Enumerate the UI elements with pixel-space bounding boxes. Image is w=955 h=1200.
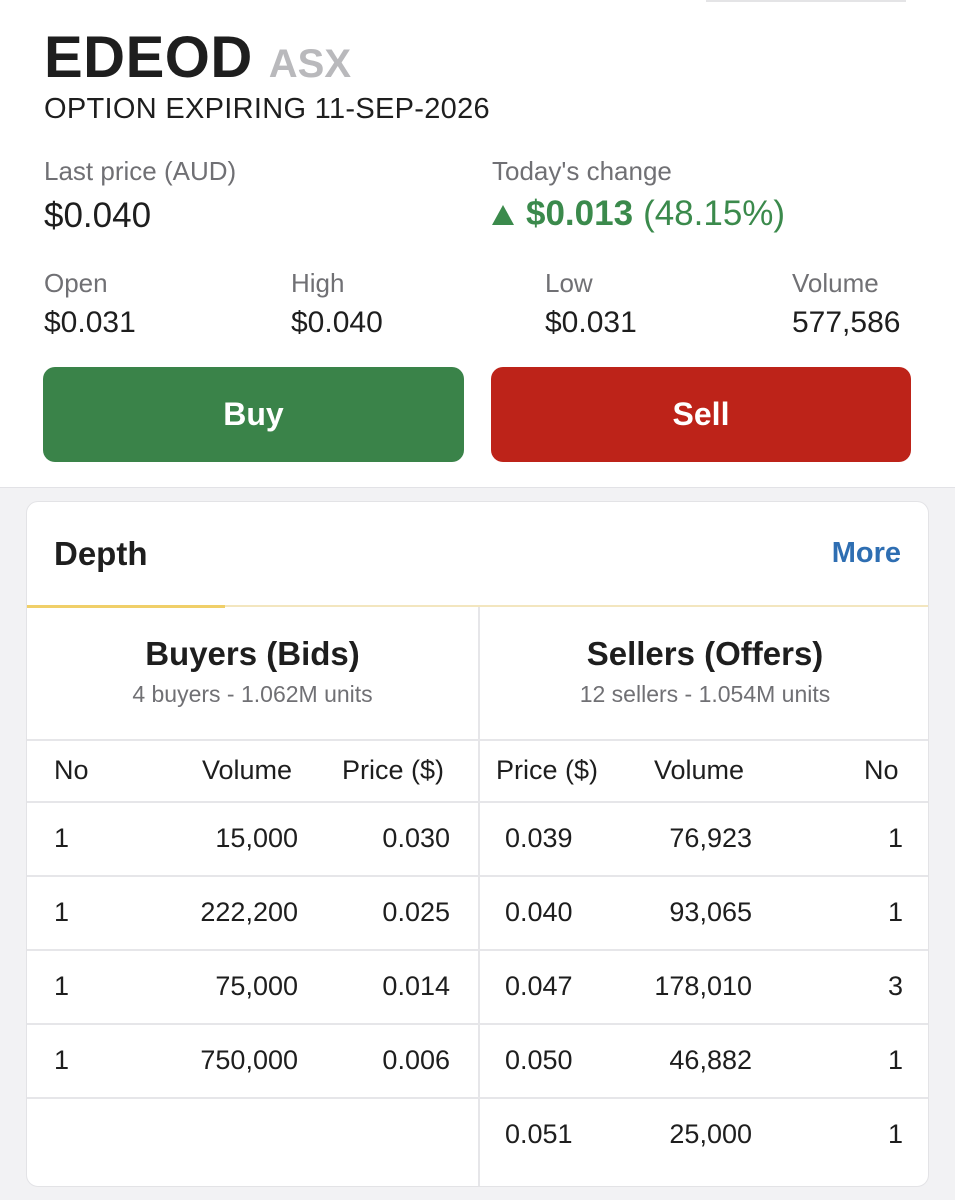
bid-price: 0.030 [382, 823, 450, 853]
depth-title: Depth [54, 535, 148, 572]
ticker-row: EDEOD ASX [44, 24, 351, 94]
open-label: Open [44, 268, 108, 298]
offers-col-price: Price ($) [496, 755, 599, 785]
depth-card: Depth More Buyers (Bids) 4 buyers - 1.06… [26, 501, 929, 1187]
offer-volume: 93,065 [669, 897, 752, 927]
bid-volume: 15,000 [215, 823, 298, 853]
todays-change-value: $0.013 (48.15%) [492, 194, 785, 234]
sellers-header: Sellers (Offers) 12 sellers - 1.054M uni… [480, 607, 928, 740]
offer-no: 1 [887, 1119, 903, 1149]
offer-price: 0.050 [505, 1045, 573, 1075]
high-label: High [291, 268, 345, 298]
offer-no: 1 [887, 823, 903, 853]
buy-button[interactable]: Buy [43, 367, 464, 462]
offer-volume: 76,923 [669, 823, 752, 853]
bid-no: 1 [54, 823, 70, 853]
offer-price: 0.047 [505, 971, 573, 1001]
offer-no: 3 [887, 971, 903, 1001]
column-divider [478, 607, 480, 1186]
offer-volume: 25,000 [669, 1119, 752, 1149]
more-link[interactable]: More [832, 537, 901, 570]
arrow-up-icon [492, 205, 514, 225]
offer-price: 0.051 [505, 1119, 573, 1149]
todays-change-label: Today's change [492, 156, 672, 186]
buyers-title: Buyers (Bids) [145, 635, 360, 672]
bid-volume: 75,000 [215, 971, 298, 1001]
instrument-subtitle: OPTION EXPIRING 11-SEP-2026 [44, 93, 490, 125]
bid-volume: 222,200 [200, 897, 298, 927]
bids-col-no: No [54, 755, 89, 785]
bids-col-volume: Volume [202, 755, 293, 785]
change-percent: (48.15%) [643, 194, 786, 233]
offer-volume: 178,010 [654, 971, 752, 1001]
offer-price: 0.040 [505, 897, 573, 927]
buyers-header: Buyers (Bids) 4 buyers - 1.062M units [27, 607, 478, 740]
bid-no: 1 [54, 971, 70, 1001]
offer-volume: 46,882 [669, 1045, 752, 1075]
quote-panel: EDEOD ASX OPTION EXPIRING 11-SEP-2026 Las… [0, 0, 955, 488]
bid-price: 0.014 [382, 971, 450, 1001]
ticker-symbol: EDEOD [44, 25, 253, 90]
high-value: $0.040 [291, 306, 383, 339]
bids-col-price: Price ($) [342, 755, 445, 785]
last-price-value: $0.040 [44, 196, 152, 235]
bid-no: 1 [54, 897, 70, 927]
offer-price: 0.039 [505, 823, 573, 853]
top-divider [706, 0, 906, 2]
volume-label: Volume [792, 268, 879, 298]
change-amount: $0.013 [526, 194, 634, 233]
bid-price: 0.025 [382, 897, 450, 927]
volume-value: 577,586 [792, 306, 901, 339]
offer-no: 1 [887, 897, 903, 927]
sellers-title: Sellers (Offers) [586, 635, 824, 672]
open-value: $0.031 [44, 306, 136, 339]
sellers-summary: 12 sellers - 1.054M units [579, 681, 831, 707]
bid-no: 1 [54, 1045, 70, 1075]
offers-col-no: No [864, 755, 899, 785]
low-label: Low [545, 268, 593, 298]
last-price-label: Last price (AUD) [44, 156, 237, 186]
bid-price: 0.006 [382, 1045, 450, 1075]
buyers-summary: 4 buyers - 1.062M units [132, 681, 373, 707]
bid-volume: 750,000 [200, 1045, 298, 1075]
offers-col-volume: Volume [654, 755, 745, 785]
exchange-label: ASX [268, 42, 352, 86]
sell-button[interactable]: Sell [491, 367, 911, 462]
low-value: $0.031 [545, 306, 637, 339]
offer-no: 1 [887, 1045, 903, 1075]
